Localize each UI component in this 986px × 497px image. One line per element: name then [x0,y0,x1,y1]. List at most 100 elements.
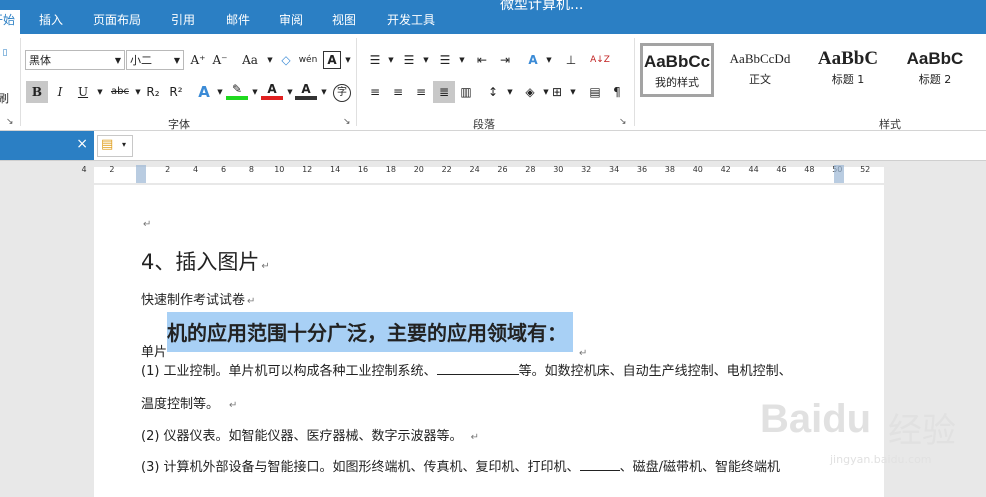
multilevel-list-icon[interactable]: ☰ [434,49,456,71]
asian-layout-icon[interactable]: A [522,49,544,71]
ruler-tick-label: 18 [385,165,396,174]
tab-view[interactable]: 视图 [323,10,365,34]
ruler-bar: 4 2 2 4 6 8 10 12 14 16 18 20 22 24 26 28 30 32 34 36 38 40 42… [0,161,986,185]
align-center-icon[interactable]: ≡ [387,81,409,103]
italic-button[interactable]: I [49,81,71,103]
new-document-button[interactable]: ▤ ▾ [97,135,133,157]
list-text: 温度控制等。 [141,397,220,412]
chevron-down-icon[interactable]: ▼ [543,49,555,71]
chevron-down-icon[interactable]: ▼ [456,49,468,71]
list-text: (2) 仪器仪表。如智能仪器、医疗器械、数字示波器等。 [141,429,463,444]
tab-insert[interactable]: 插入 [30,10,72,34]
bold-button[interactable]: B [26,81,48,103]
document-tab-bar: × ▤ ▾ [0,131,986,161]
style-normal[interactable]: AaBbCcDd 正文 [723,43,797,97]
watermark-brand: Baidu [760,397,872,441]
grow-font-button[interactable]: A⁺ [187,49,209,71]
line-spacing-icon[interactable]: ↕ [482,81,504,103]
style-heading-2[interactable]: AaBbC 标题 2 [899,43,971,97]
align-right-icon[interactable]: ≡ [410,81,432,103]
char-shading-button[interactable]: A [295,78,317,100]
chevron-down-icon[interactable]: ▼ [318,81,330,103]
ruler-tick-label: 8 [248,165,254,174]
font-launcher-icon[interactable]: ↘ [343,117,351,127]
style-my-style[interactable]: AaBbCc 我的样式 [640,43,714,97]
align-left-icon[interactable]: ≡ [364,81,386,103]
indent-marker-icon[interactable] [136,165,146,183]
chevron-down-icon[interactable]: ▼ [249,81,261,103]
group-separator [634,38,635,126]
chevron-down-icon[interactable]: ▼ [214,81,226,103]
paragraph-launcher-icon[interactable]: ↘ [619,117,627,127]
chevron-down-icon[interactable]: ▼ [420,49,432,71]
list-item-continued[interactable]: 温度控制等。 ↵ [141,393,237,412]
strikethrough-button[interactable]: abc [106,81,134,103]
tab-home[interactable]: 开始 [0,10,20,34]
font-name-dropdown[interactable]: 黑体 ▼ [25,50,125,70]
chevron-down-icon[interactable]: ▼ [567,81,579,103]
chevron-down-icon[interactable]: ▼ [385,49,397,71]
distributed-icon[interactable]: ▥ [455,81,477,103]
list-item[interactable]: (3) 计算机外部设备与智能接口。如图形终端机、传真机、复印机、打印机、 、磁盘/… [141,456,780,475]
document-tab[interactable]: × [0,131,94,160]
clipboard-icon[interactable]: ▯ [0,42,12,64]
style-heading-1[interactable]: AaBbC 标题 1 [811,43,885,97]
chevron-down-icon[interactable]: ▼ [94,81,106,103]
ruler-tick-label: 32 [581,165,592,174]
tab-review[interactable]: 审阅 [270,10,312,34]
shading-icon[interactable]: ◈ [519,81,541,103]
ruler-tick-label: 46 [776,165,787,174]
title-paragraph[interactable]: 快速制作考试试卷 ↵ [141,289,255,308]
font-color-button[interactable]: A [261,78,283,100]
highlight-button[interactable]: ✎ [226,78,248,100]
bullets-icon[interactable]: ☰ [364,49,386,71]
ruler-tick-label: 4 [193,165,199,174]
show-marks-button[interactable]: ¶ [606,81,628,103]
list-text: 等。如数控机床、自动生产线控制、电机控制、 [518,364,792,379]
underline-button[interactable]: U [72,81,94,103]
style-name: 标题 2 [918,73,952,86]
tab-references[interactable]: 引用 [162,10,204,34]
sort-button[interactable]: A↓Z [589,49,611,71]
ribbon: ▯ 刷 ↘ 黑体 ▼ 小二 ▼ A⁺ A⁻ Aa ▼ ◇ wén A ▼ B I U… [0,34,986,131]
tab-mailings[interactable]: 邮件 [217,10,259,34]
increase-indent-icon[interactable]: ⇥ [494,49,516,71]
heading-paragraph[interactable]: 4、插入图片 ↵ [141,246,270,276]
phonetic-guide-button[interactable]: wén [297,49,319,71]
ruler-toggle-icon[interactable]: ⊥ [560,49,582,71]
decrease-indent-icon[interactable]: ⇤ [471,49,493,71]
superscript-button[interactable]: R² [165,81,187,103]
shrink-font-button[interactable]: A⁻ [209,49,231,71]
numbering-icon[interactable]: ☰ [398,49,420,71]
fill-blank[interactable] [436,362,519,375]
chevron-down-icon[interactable]: ▼ [504,81,516,103]
justify-icon[interactable]: ≣ [433,81,455,103]
style-sample: AaBbC [906,49,964,68]
text-effect-button[interactable]: A [193,81,215,103]
font-size-dropdown[interactable]: 小二 ▼ [126,50,184,70]
list-item[interactable]: (2) 仪器仪表。如智能仪器、医疗器械、数字示波器等。 ↵ [141,425,479,444]
right-indent-marker-icon[interactable] [834,165,844,183]
paragraph-group-label: 段落 [473,118,495,131]
tab-page-layout[interactable]: 页面布局 [84,10,150,34]
clear-format-icon[interactable]: ◇ [275,49,297,71]
format-painter-label[interactable]: 刷 [0,90,9,106]
clipboard-launcher-icon[interactable]: ↘ [6,117,14,127]
close-tab-button[interactable]: × [76,136,88,152]
char-border-button[interactable]: A [323,51,341,69]
group-separator [356,38,357,126]
list-item[interactable]: (1) 工业控制。单片机可以构成各种工业控制系统、 等。如数控机床、自动生产线控制… [141,360,792,379]
selected-paragraph[interactable]: 单片机的应用范围十分广泛，主要的应用领域有： ↵ [141,312,587,360]
enclose-char-button[interactable]: 字 [333,84,351,102]
change-case-button[interactable]: Aa [236,49,264,71]
indent-spacing-icon[interactable]: ▤ [584,81,606,103]
horizontal-ruler[interactable]: 4 2 2 4 6 8 10 12 14 16 18 20 22 24 26 28 30 32 34 36 38 40 42… [81,165,884,183]
chevron-down-icon[interactable]: ▼ [342,49,354,71]
ruler-tick-label: 26 [497,165,508,174]
empty-paragraph[interactable]: ↵ [141,216,151,231]
baidu-watermark: Baidu 经验 jingyan.baidu.com [760,385,980,475]
borders-icon[interactable]: ⊞ [546,81,568,103]
tab-developer[interactable]: 开发工具 [378,10,444,34]
fill-blank[interactable] [579,458,620,471]
subscript-button[interactable]: R₂ [142,81,164,103]
